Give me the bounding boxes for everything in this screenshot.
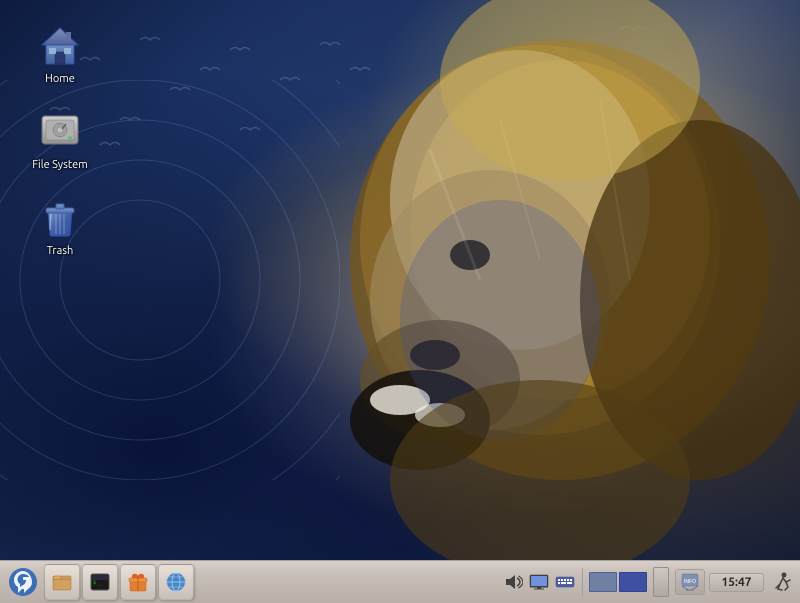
- system-tray: INFO 15:47: [502, 561, 796, 603]
- package-manager-button[interactable]: [120, 564, 156, 600]
- volume-icon[interactable]: [502, 571, 524, 593]
- notification-area[interactable]: INFO: [675, 569, 705, 595]
- workspace-1[interactable]: [589, 572, 617, 592]
- run-icon[interactable]: [768, 568, 796, 596]
- clock-time: 15:47: [721, 576, 751, 589]
- home-icon-item[interactable]: Home: [20, 20, 100, 86]
- workspace-switcher[interactable]: [589, 572, 647, 592]
- lion-artwork: [0, 0, 800, 560]
- clock[interactable]: 15:47: [709, 573, 764, 592]
- home-label: Home: [41, 72, 79, 86]
- home-icon: [36, 20, 84, 68]
- filesystem-icon: [36, 106, 84, 154]
- keyboard-icon[interactable]: [554, 571, 576, 593]
- taskbar: $ _: [0, 560, 800, 603]
- fedora-menu-button[interactable]: [4, 563, 42, 601]
- tray-separator: [582, 568, 583, 596]
- svg-text:$ _: $ _: [93, 580, 103, 586]
- terminal-button[interactable]: $ _: [82, 564, 118, 600]
- trash-icon: [36, 192, 84, 240]
- desktop-icons: Home: [20, 20, 100, 258]
- workspace-2[interactable]: [619, 572, 647, 592]
- trash-label: Trash: [43, 244, 78, 258]
- filesystem-label: File System: [28, 158, 92, 172]
- show-desktop-button[interactable]: [653, 567, 669, 597]
- desktop: Home: [0, 0, 800, 560]
- file-manager-button[interactable]: [44, 564, 80, 600]
- browser-button[interactable]: [158, 564, 194, 600]
- taskbar-launchers: $ _: [4, 561, 194, 603]
- trash-icon-item[interactable]: Trash: [20, 192, 100, 258]
- filesystem-icon-item[interactable]: File System: [20, 106, 100, 172]
- svg-text:INFO: INFO: [684, 579, 696, 585]
- network-icon[interactable]: [528, 571, 550, 593]
